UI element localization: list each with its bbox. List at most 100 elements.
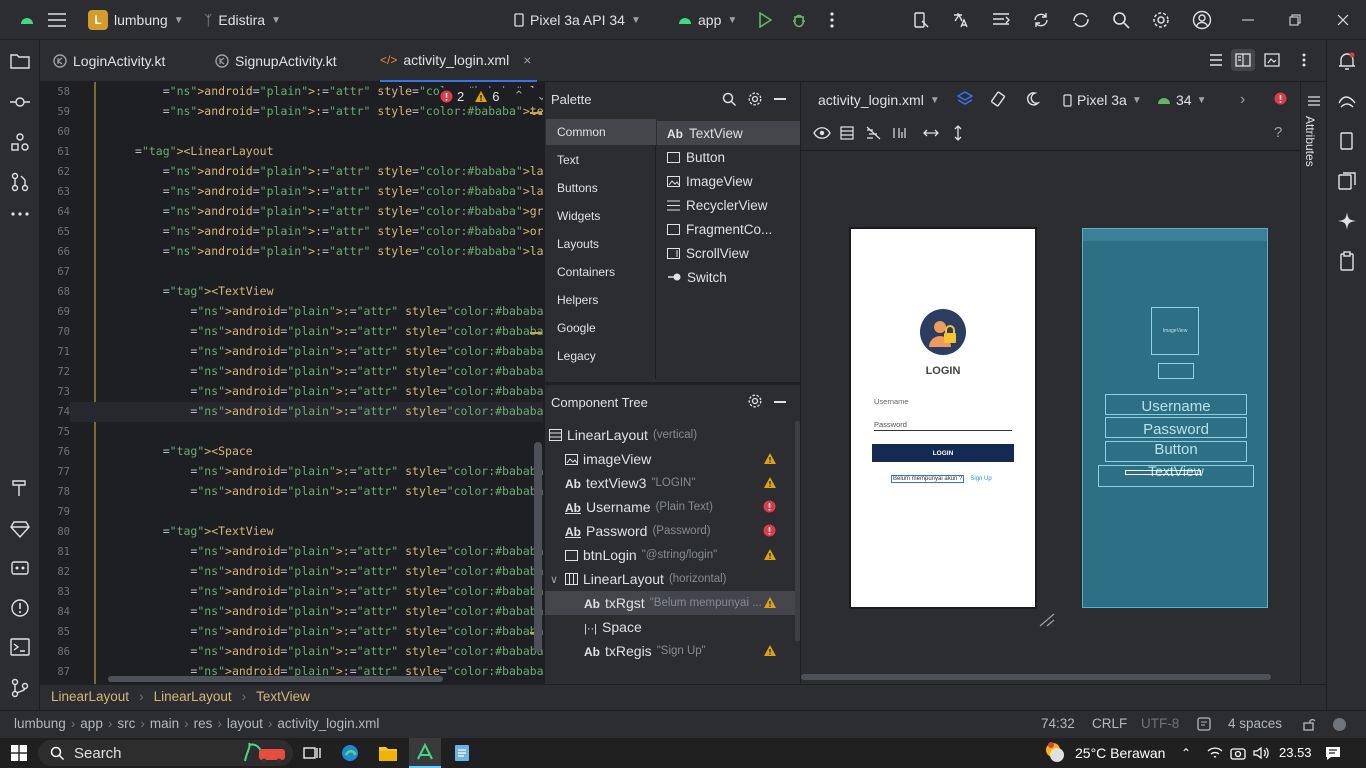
attributes-tab[interactable]: Attributes — [1303, 116, 1317, 167]
device-selector[interactable]: Pixel 3a API 34 ▼ — [514, 0, 641, 40]
baseline-icon[interactable] — [891, 126, 907, 140]
warning-icon[interactable] — [763, 452, 777, 465]
notification-center-icon[interactable] — [1325, 745, 1341, 761]
file-explorer-icon[interactable] — [378, 744, 398, 762]
status-path-item[interactable]: activity_login.xml — [277, 716, 379, 731]
minimize-panel-icon[interactable] — [774, 98, 786, 100]
volume-icon[interactable] — [1253, 746, 1269, 760]
minimize-button[interactable] — [1242, 0, 1254, 40]
tab-activity-login-xml[interactable]: </> activity_login.xml × — [380, 40, 537, 82]
inspection-widget[interactable]: 2 6 ⌃ ⌄ — [440, 88, 543, 104]
chevron-up-icon[interactable]: ⌃ — [513, 88, 524, 104]
gradle-sync-icon[interactable] — [1032, 0, 1050, 40]
chevron-up-icon[interactable]: ⌃ — [1181, 746, 1191, 760]
device-preview[interactable]: LOGIN Username Password LOGIN Belum memp… — [849, 227, 1037, 609]
palette-item[interactable]: Button — [657, 145, 800, 169]
close-window-button[interactable] — [1337, 0, 1349, 40]
palette-item[interactable]: ImageView — [657, 169, 800, 193]
editor-horizontal-scrollbar[interactable] — [108, 676, 443, 682]
notifications-bell-icon[interactable] — [1337, 51, 1357, 71]
resource-manager-icon[interactable] — [10, 132, 30, 152]
constraints-off-icon[interactable] — [865, 126, 881, 140]
maximize-button[interactable] — [1289, 0, 1301, 40]
tree-node[interactable]: btnLogin "@string/login" — [545, 543, 795, 567]
warning-icon[interactable] — [763, 476, 777, 489]
problems-icon[interactable] — [10, 598, 30, 618]
project-selector[interactable]: L lumbung ▼ — [88, 0, 184, 40]
weather-text[interactable]: 25°C Berawan — [1075, 745, 1165, 761]
breadcrumb-item[interactable]: TextView — [256, 689, 310, 704]
commit-icon[interactable] — [10, 92, 30, 112]
tree-node[interactable]: ∨ LinearLayout (horizontal) — [545, 567, 795, 591]
debug-button[interactable] — [791, 0, 807, 40]
clock-time[interactable]: 23.53 — [1279, 745, 1312, 760]
status-path-item[interactable]: layout — [227, 716, 263, 731]
chevron-down-icon[interactable]: ⌄ — [536, 88, 543, 104]
code-editor[interactable]: 58 ="ns">android="plain">:="attr" style=… — [40, 82, 543, 684]
main-menu-button[interactable] — [48, 0, 66, 40]
eye-icon[interactable] — [813, 126, 831, 140]
tree-node[interactable]: Ab txRgst "Belum mempunyai ... — [545, 591, 795, 615]
tree-node[interactable]: LinearLayout (vertical) — [545, 423, 795, 447]
clipboard-icon[interactable] — [1337, 251, 1357, 271]
error-icon[interactable] — [1274, 92, 1287, 105]
gemini-icon[interactable] — [1337, 91, 1357, 111]
design-view-icon[interactable] — [1264, 53, 1280, 67]
running-devices-icon[interactable] — [1337, 171, 1357, 191]
sync-project-icon[interactable] — [1072, 0, 1090, 40]
error-icon[interactable] — [763, 500, 776, 513]
palette-category[interactable]: Legacy — [546, 343, 656, 369]
status-path-item[interactable]: app — [80, 716, 103, 731]
palette-category[interactable]: Layouts — [546, 231, 656, 257]
task-view-icon[interactable] — [303, 745, 321, 761]
palette-item[interactable]: Ab TextView — [657, 121, 800, 145]
editor-vertical-scrollbar[interactable] — [534, 442, 542, 652]
palette-item[interactable]: Switch — [657, 265, 800, 289]
close-tab-icon[interactable]: × — [523, 52, 531, 68]
palette-item[interactable]: RecyclerView — [657, 193, 800, 217]
line-separator[interactable]: CRLF — [1092, 716, 1127, 731]
indent-setting[interactable]: 4 spaces — [1228, 716, 1282, 731]
tree-node[interactable]: |··| Space — [545, 615, 795, 639]
taskbar-search-box[interactable]: Search — [38, 740, 293, 766]
preview-device-selector[interactable]: Pixel 3a ▼ — [1063, 92, 1142, 108]
more-tools-icon[interactable] — [10, 212, 30, 232]
status-path-item[interactable]: main — [150, 716, 179, 731]
camera-icon[interactable] — [1230, 746, 1246, 760]
device-manager-icon[interactable] — [912, 0, 930, 40]
warning-icon[interactable] — [763, 644, 777, 657]
night-mode-icon[interactable] — [1024, 91, 1040, 107]
run-button[interactable] — [758, 0, 772, 40]
palette-item[interactable]: FragmentCo... — [657, 217, 800, 241]
help-icon[interactable]: ? — [1274, 124, 1282, 141]
palette-item[interactable]: ScrollView — [657, 241, 800, 265]
tree-scrollbar[interactable] — [795, 421, 800, 641]
palette-category[interactable]: Widgets — [546, 203, 656, 229]
search-icon[interactable] — [722, 92, 736, 106]
palette-category[interactable]: Common — [546, 119, 656, 145]
app-inspection-icon[interactable] — [10, 558, 30, 578]
tree-node[interactable]: Ab Password (Password) — [545, 519, 795, 543]
memory-indicator-icon[interactable] — [1333, 718, 1346, 731]
tab-login-activity[interactable]: LoginActivity.kt — [53, 40, 165, 82]
more-actions-icon[interactable] — [830, 0, 834, 40]
readonly-toggle-icon[interactable] — [1301, 717, 1315, 731]
resize-handle-icon[interactable] — [1038, 612, 1056, 628]
sparkle-icon[interactable] — [1337, 211, 1357, 231]
chevron-right-icon[interactable]: › — [1240, 91, 1245, 109]
wifi-icon[interactable] — [1207, 746, 1223, 760]
code-view-icon[interactable] — [1208, 53, 1224, 67]
caret-position[interactable]: 74:32 — [1041, 716, 1075, 731]
android-studio-taskbar-button[interactable] — [409, 738, 441, 768]
palette-category[interactable]: Text — [546, 147, 656, 173]
windows-start-icon[interactable] — [11, 745, 27, 761]
tab-signup-activity[interactable]: SignupActivity.kt — [215, 40, 337, 82]
tree-node[interactable]: Ab Username (Plain Text) — [545, 495, 795, 519]
palette-category[interactable]: Containers — [546, 259, 656, 285]
blueprint-grid-icon[interactable] — [840, 126, 854, 140]
version-control-icon[interactable] — [10, 678, 30, 698]
attributes-icon[interactable] — [1307, 95, 1321, 107]
orientation-icon[interactable] — [990, 91, 1006, 107]
settings-gear-icon[interactable] — [1152, 0, 1170, 40]
translate-icon[interactable] — [952, 0, 970, 40]
